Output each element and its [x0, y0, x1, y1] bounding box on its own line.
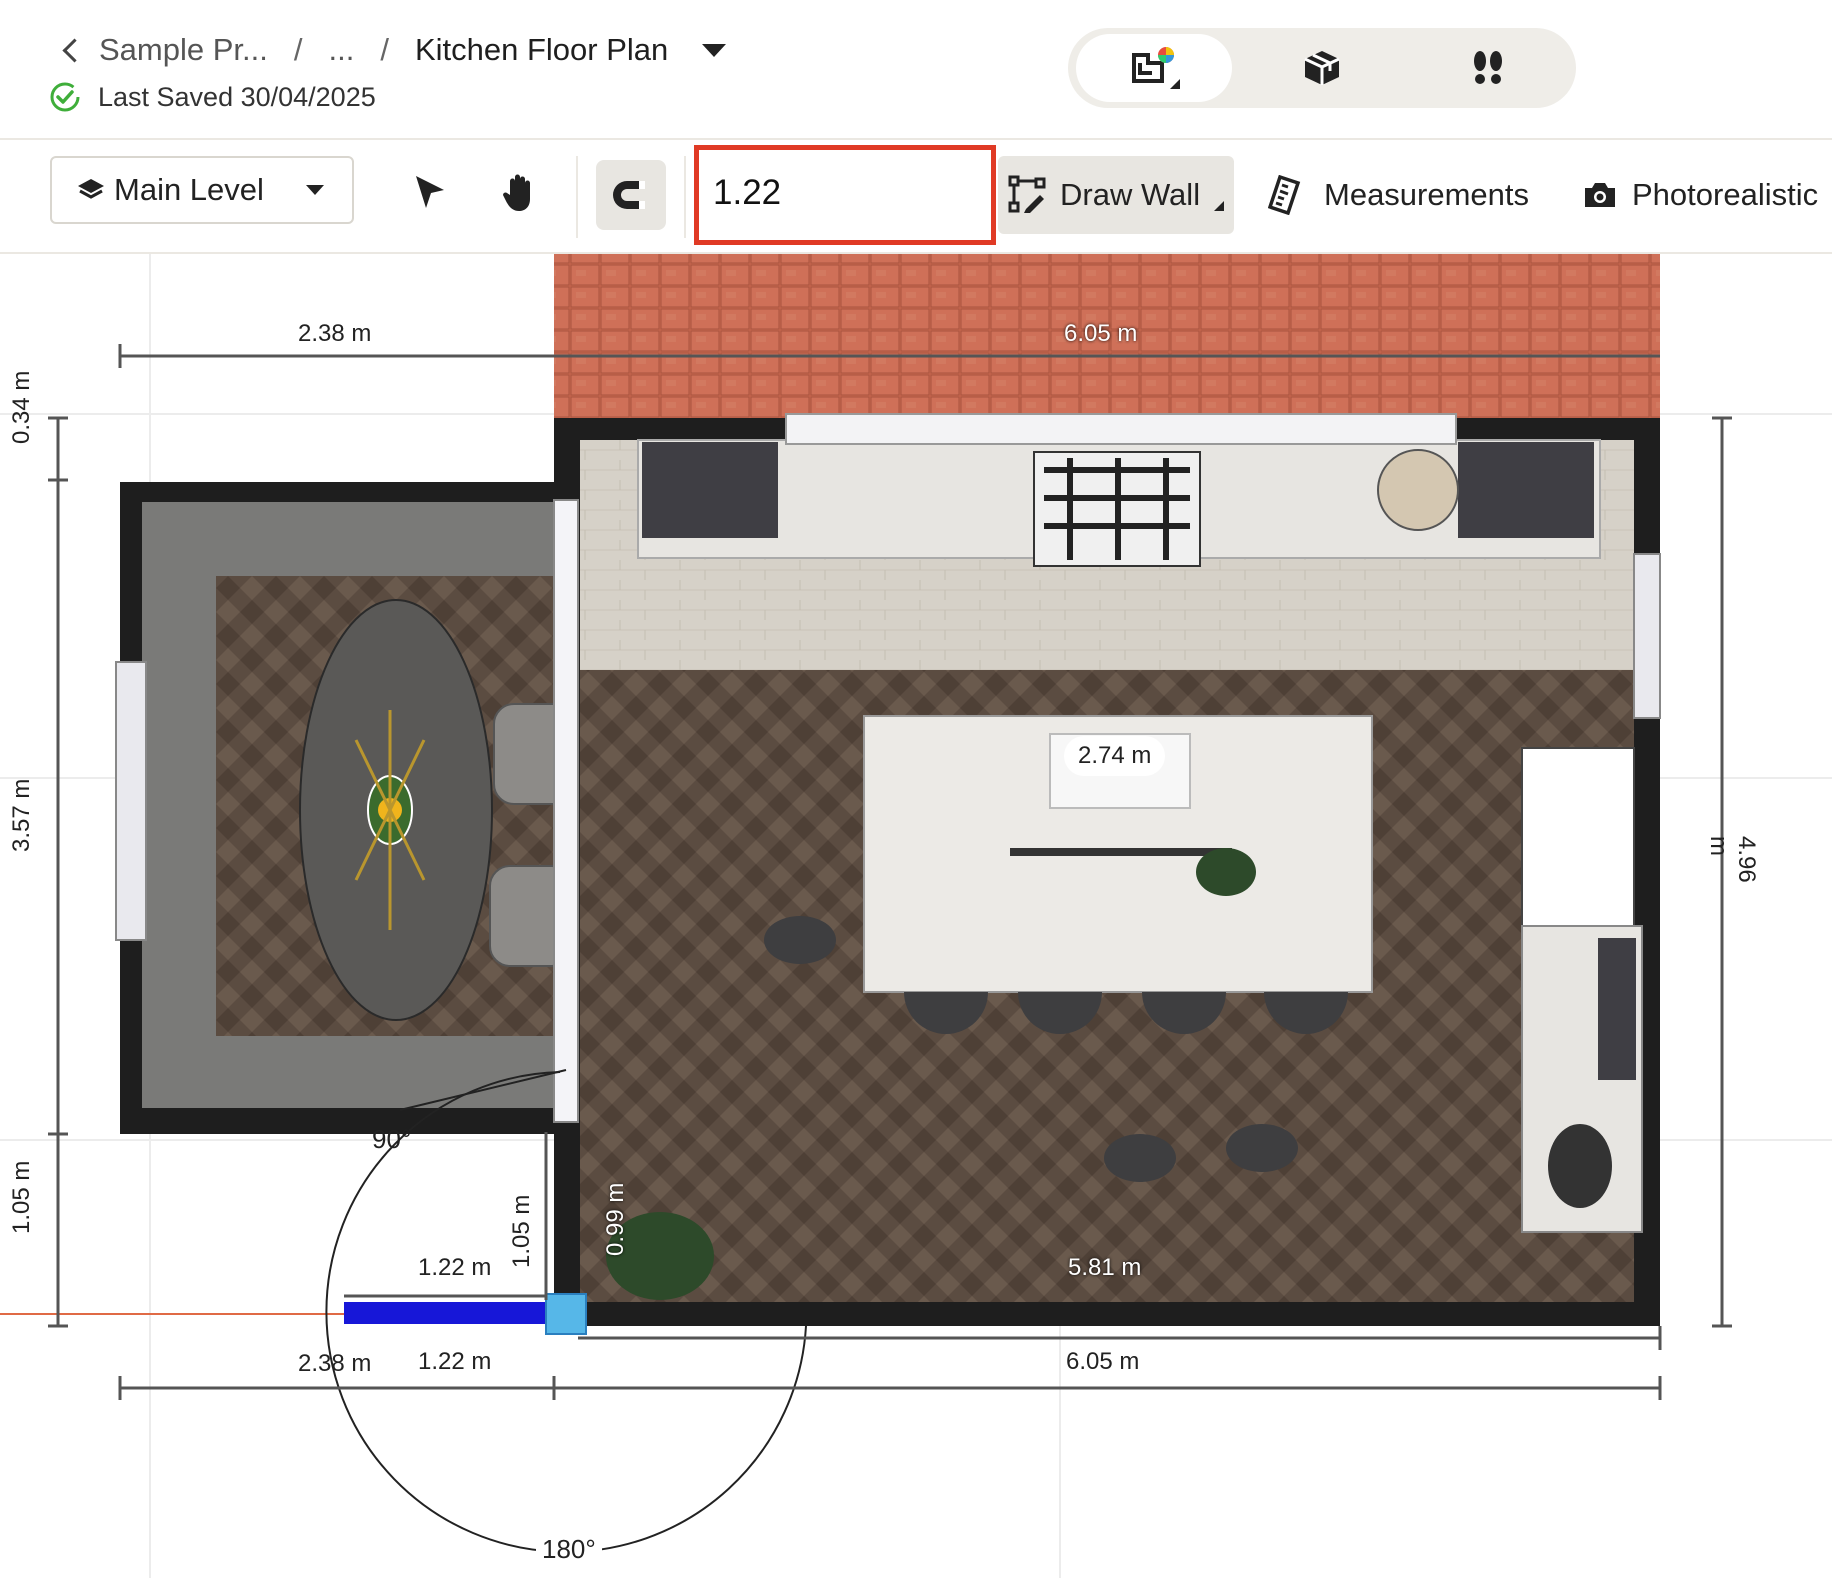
wall-length-input[interactable]	[713, 166, 963, 220]
camera-icon	[1585, 183, 1615, 207]
layers-icon	[78, 179, 104, 199]
floor-plan-canvas[interactable]: 2.38 m 6.05 m 0.34 m 3.57 m 1.05 m 4.96 …	[0, 254, 1832, 1578]
footprints-icon	[1474, 51, 1502, 84]
fridge[interactable]	[1521, 747, 1635, 927]
dim-left-105: 1.05 m	[8, 1160, 35, 1234]
partition-wall[interactable]	[553, 499, 579, 1123]
photorealistic-label: Photorealistic	[1632, 177, 1819, 212]
cursor-arrow-icon	[416, 176, 444, 208]
breadcrumb-project-link[interactable]: Sample Pr...	[99, 32, 268, 68]
dim-bottom-238: 2.38 m	[298, 1350, 372, 1377]
breadcrumb: Sample Pr... / ... / Kitchen Floor Plan	[62, 28, 727, 72]
breadcrumb-ellipsis[interactable]: ...	[328, 32, 354, 68]
wall-snap-handle[interactable]	[545, 1293, 587, 1335]
new-wall-segment[interactable]	[344, 1302, 552, 1324]
measurements-label: Measurements	[1324, 177, 1530, 212]
dim-island: 2.74 m	[1064, 736, 1166, 776]
draw-wall-button[interactable]: Draw Wall	[998, 156, 1234, 234]
pan-tool-button[interactable]	[498, 170, 542, 214]
breadcrumb-separator: /	[380, 32, 389, 67]
left-cabinet[interactable]	[642, 442, 778, 538]
snap-toggle-button[interactable]	[596, 160, 666, 230]
draw-wall-icon	[1008, 175, 1046, 213]
toolbar-divider	[576, 156, 578, 238]
dim-bottom-581: 5.81 m	[1068, 1254, 1142, 1281]
breadcrumb-separator: /	[293, 32, 303, 67]
desk-monitor	[1598, 938, 1636, 1080]
desk-chair[interactable]	[1548, 1124, 1612, 1208]
photorealistic-button[interactable]: Photorealistic	[1582, 156, 1818, 234]
level-label: Main Level	[114, 172, 264, 207]
measurements-button[interactable]: Measurements	[1268, 156, 1529, 234]
dim-left-034: 0.34 m	[8, 370, 35, 444]
right-cabinet[interactable]	[1458, 442, 1594, 538]
right-window[interactable]	[1633, 553, 1661, 719]
submenu-corner-icon	[1214, 201, 1225, 211]
toolbar-divider	[684, 156, 686, 238]
save-status: Last Saved 30/04/2025	[48, 80, 376, 114]
upper-shelf	[785, 413, 1457, 445]
dim-top-left: 2.38 m	[298, 320, 372, 347]
round-side-table	[1377, 449, 1459, 531]
saved-check-icon	[50, 82, 80, 112]
3d-view-button[interactable]	[1244, 34, 1400, 102]
dim-new-wall-top: 1.22 m	[418, 1254, 492, 1281]
toolbar: Main Level Draw Wall	[0, 140, 1832, 254]
dim-inner-099: 0.99 m	[602, 1182, 629, 1256]
select-tool-button[interactable]	[408, 170, 452, 214]
floor-plan-icon	[1132, 47, 1180, 89]
view-switcher	[1068, 28, 1576, 108]
title-dropdown-icon[interactable]	[702, 43, 727, 57]
last-saved-text: Last Saved 30/04/2025	[98, 81, 376, 112]
floor-plan-drawing[interactable]	[0, 254, 1832, 1578]
top-header: Sample Pr... / ... / Kitchen Floor Plan …	[0, 0, 1832, 140]
2d-plan-view-button[interactable]	[1076, 34, 1232, 102]
walkthrough-view-button[interactable]	[1410, 34, 1566, 102]
dim-top-wall: 6.05 m	[1064, 320, 1138, 347]
dim-new-wall-bottom: 1.22 m	[418, 1348, 492, 1375]
dim-bottom-605: 6.05 m	[1066, 1348, 1140, 1375]
island-rail	[1010, 848, 1232, 856]
chevron-down-icon	[306, 185, 324, 195]
angle-90-label: 90°	[372, 1124, 412, 1154]
dim-inner-105: 1.05 m	[508, 1194, 535, 1268]
dim-left-357: 3.57 m	[8, 778, 35, 852]
hand-icon	[503, 174, 530, 211]
ruler-icon	[1268, 175, 1301, 215]
cube-icon	[1304, 51, 1340, 85]
level-selector[interactable]: Main Level	[50, 156, 354, 224]
magnet-icon	[613, 181, 645, 209]
page-title[interactable]: Kitchen Floor Plan	[415, 32, 668, 68]
wall-length-field[interactable]	[694, 145, 996, 245]
angle-180-label: 180°	[536, 1534, 602, 1565]
back-chevron-icon[interactable]	[62, 37, 87, 63]
draw-wall-label: Draw Wall	[1060, 177, 1201, 212]
dim-right-496: 4.96 m	[1705, 836, 1760, 883]
dining-window[interactable]	[115, 661, 147, 941]
